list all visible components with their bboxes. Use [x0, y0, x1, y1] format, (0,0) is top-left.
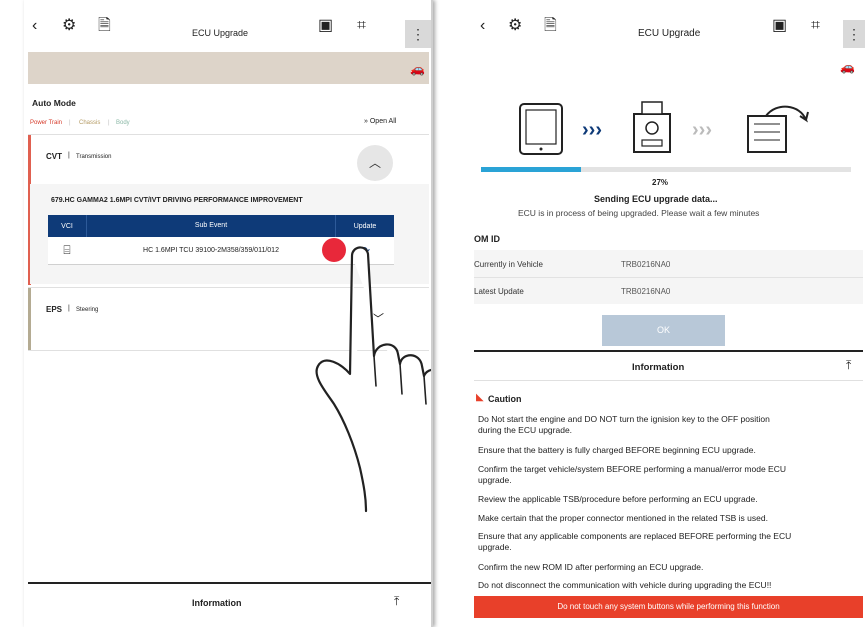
- caution-line: Confirm the new ROM ID after performing …: [478, 562, 704, 572]
- more-vert-icon[interactable]: ⋮: [405, 20, 431, 48]
- col-sub-event: Sub Event: [86, 215, 336, 237]
- right-screen: ‹ ⚙ 🗎 ECU Upgrade ▣ ⌗ ⋮ 🚗 ››› ››› 27% Se…: [466, 0, 865, 627]
- caution-line: upgrade.: [478, 542, 512, 552]
- tab-body[interactable]: Body: [116, 120, 130, 126]
- back-arrow-icon[interactable]: ‹: [480, 17, 485, 35]
- caution-line: Ensure that any applicable components ar…: [478, 531, 792, 541]
- caution-line: Do Not start the engine and DO NOT turn …: [478, 414, 770, 424]
- car-document-icon[interactable]: 🗎: [98, 17, 111, 35]
- tab-chassis[interactable]: Chassis: [79, 120, 100, 126]
- caution-title: Caution: [488, 394, 522, 404]
- upgrade-flow-illustration: ››› ›››: [519, 101, 809, 155]
- vci-device-icon[interactable]: ▣: [772, 17, 787, 35]
- svg-text:›››: ›››: [582, 119, 602, 141]
- caution-line: Do not disconnect the communication with…: [478, 580, 772, 590]
- status-sub: ECU is in process of being upgraded. Ple…: [518, 208, 760, 218]
- collapse-button[interactable]: ︿: [357, 145, 393, 181]
- status-main: Sending ECU upgrade data...: [594, 194, 718, 204]
- vci-device-icon[interactable]: ▣: [318, 17, 333, 35]
- col-vci: VCI: [61, 222, 73, 230]
- left-screen: ‹ ⚙ 🗎 ECU Upgrade ▣ ⌗ ⋮ 🚗 Auto Mode Powe…: [24, 0, 433, 627]
- table-header: VCI Sub Event Update: [48, 215, 394, 237]
- page-title: ECU Upgrade: [192, 28, 249, 38]
- open-all-label: Open All: [369, 118, 397, 125]
- eps-accent-bar: [28, 288, 31, 350]
- information-label[interactable]: Information: [632, 362, 684, 373]
- progress-percent: 27%: [652, 178, 669, 187]
- settings-gear-icon[interactable]: ⚙: [62, 17, 76, 35]
- back-arrow-icon[interactable]: ‹: [32, 17, 37, 35]
- chevron-up-icon: ︿: [368, 156, 381, 170]
- vci-icon: ⌸: [63, 243, 71, 257]
- page-title: ECU Upgrade: [638, 28, 701, 39]
- caution-line: Make certain that the proper connector m…: [478, 513, 768, 523]
- open-all-button[interactable]: » Open All: [364, 118, 396, 125]
- expand-icon[interactable]: ⤒: [846, 358, 851, 373]
- double-chevron-icon: »: [364, 118, 368, 125]
- capture-icon[interactable]: ⌗: [357, 17, 366, 35]
- capture-icon[interactable]: ⌗: [811, 17, 820, 35]
- mode-title: Auto Mode: [32, 98, 76, 108]
- currently-value: TRB0216NA0: [621, 260, 671, 269]
- eps-sub: Steering: [76, 307, 99, 313]
- latest-label: Latest Update: [474, 287, 524, 296]
- top-bar: ‹ ⚙ 🗎 ECU Upgrade ▣ ⌗ ⋮: [466, 0, 865, 52]
- more-vert-icon[interactable]: ⋮: [843, 20, 865, 48]
- car-document-icon[interactable]: 🗎: [544, 17, 557, 35]
- tab-power-train[interactable]: Power Train: [30, 120, 62, 126]
- progress-fill: [481, 167, 581, 172]
- expand-icon[interactable]: ⤒: [394, 594, 399, 609]
- col-update: Update: [353, 222, 377, 230]
- latest-value: TRB0216NA0: [621, 287, 671, 296]
- pointing-hand-illustration: [315, 246, 431, 513]
- svg-text:›››: ›››: [692, 119, 712, 141]
- eps-name: EPS: [46, 305, 63, 314]
- currently-label: Currently in Vehicle: [474, 260, 543, 269]
- caution-line: Ensure that the battery is fully charged…: [478, 445, 756, 455]
- car-settings-icon[interactable]: 🚗: [410, 62, 425, 76]
- settings-gear-icon[interactable]: ⚙: [508, 17, 522, 35]
- ok-button[interactable]: OK: [602, 315, 725, 346]
- car-settings-icon[interactable]: 🚗: [840, 60, 855, 74]
- caution-line: Review the applicable TSB/procedure befo…: [478, 494, 758, 504]
- rom-id-label: OM ID: [474, 234, 500, 244]
- cvt-name: CVT: [46, 152, 62, 161]
- sub-event-cell: HC 1.6MPI TCU 39100-2M358/359/011/012: [143, 247, 279, 254]
- cvt-sub: Transmission: [76, 154, 112, 160]
- caution-icon: ◣: [476, 392, 484, 403]
- caution-line: during the ECU upgrade.: [478, 425, 573, 435]
- vehicle-banner: [28, 52, 429, 84]
- top-bar: ‹ ⚙ 🗎 ECU Upgrade ▣ ⌗ ⋮: [24, 0, 431, 52]
- caution-line: upgrade.: [478, 475, 512, 485]
- information-label[interactable]: Information: [192, 598, 242, 608]
- warning-bar: Do not touch any system buttons while pe…: [474, 596, 863, 618]
- caution-line: Confirm the target vehicle/system BEFORE…: [478, 464, 787, 474]
- event-title: 679.HC GAMMA2 1.6MPI CVT/IVT DRIVING PER…: [51, 197, 303, 204]
- upgrade-progress-bar: [481, 167, 851, 172]
